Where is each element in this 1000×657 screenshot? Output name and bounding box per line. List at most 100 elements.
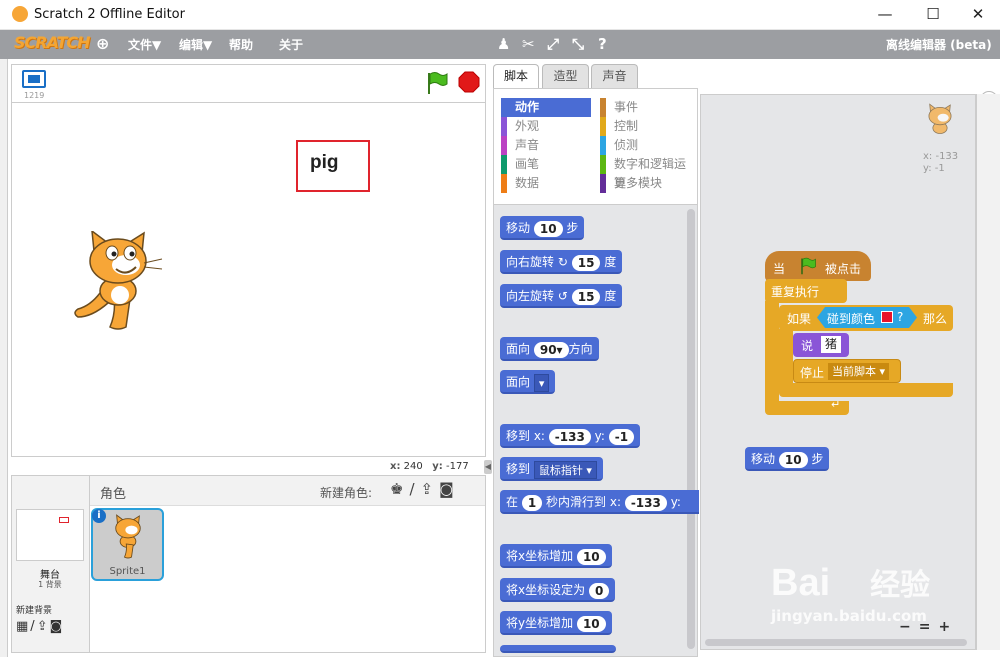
edition-label: 离线编辑器 (beta)	[886, 38, 992, 52]
block-say[interactable]: 说 猪	[793, 333, 849, 357]
category-operators[interactable]: 数字和逻辑运算	[600, 155, 696, 190]
sprite-camera-icon[interactable]: ◙	[439, 480, 460, 498]
grow-icon[interactable]: ⤢	[547, 35, 559, 53]
new-sprite-label: 新建角色:	[320, 486, 373, 500]
sprite-name: Sprite1	[109, 566, 146, 577]
category-more-blocks[interactable]: 更多模块	[600, 174, 696, 193]
delete-scissors-icon[interactable]: ✂	[522, 35, 535, 53]
zoom-controls: −=+	[899, 619, 958, 635]
zoom-reset-icon[interactable]: =	[919, 619, 939, 635]
shrink-icon[interactable]: ⤡	[572, 35, 584, 53]
category-looks[interactable]: 外观	[501, 117, 591, 136]
watermark-brand: Bai 经验	[771, 562, 931, 604]
category-motion[interactable]: 动作	[501, 98, 591, 117]
block-palette: 动作 外观 声音 画笔 数据 事件 控制 侦测 数字和逻辑运算 更多模块 移动 …	[493, 88, 699, 657]
scratch-logo[interactable]: SCRATCH	[14, 33, 90, 52]
zoom-in-icon[interactable]: +	[938, 619, 958, 635]
scripts-area[interactable]: x: -133 y: -1 当 被点击 重复执行 ↵ 如果 碰到颜色 ? 那么 …	[700, 94, 976, 650]
category-events[interactable]: 事件	[600, 98, 696, 117]
stop-sign-icon[interactable]	[458, 71, 480, 93]
block-turn-right[interactable]: 向右旋转 ↻ 15 度	[500, 250, 623, 274]
close-button[interactable]: ✕	[955, 0, 1000, 30]
presentation-mode-icon[interactable]	[22, 70, 46, 88]
block-point-in-direction[interactable]: 面向 90▾ 方向	[500, 337, 599, 361]
help-question-icon[interactable]: ?	[598, 35, 607, 53]
block-move-steps[interactable]: 移动 10 步	[500, 216, 585, 240]
tab-costumes[interactable]: 造型	[542, 64, 589, 88]
category-sound[interactable]: 声音	[501, 136, 591, 155]
category-sensing[interactable]: 侦测	[600, 136, 696, 155]
block-go-to[interactable]: 移到 鼠标指针 ▾	[500, 457, 603, 481]
sprite-paint-icon[interactable]: /	[409, 480, 420, 498]
block-stop[interactable]: 停止 当前脚本 ▾	[793, 359, 901, 383]
scratch-cat-sprite[interactable]	[70, 231, 166, 331]
block-point-towards[interactable]: 面向 ▾	[500, 370, 556, 394]
zoom-out-icon[interactable]: −	[899, 619, 919, 635]
block-set-y-partial[interactable]	[500, 645, 616, 653]
globe-icon[interactable]: ⊕	[96, 34, 109, 53]
scratch-app-icon	[12, 6, 28, 22]
block-when-flag-clicked[interactable]: 当 被点击	[765, 251, 871, 281]
backdrop-library-icon[interactable]: ▦	[16, 619, 30, 634]
palette-scrollbar[interactable]	[687, 209, 695, 649]
menu-about[interactable]: 关于	[279, 36, 303, 53]
block-if-then[interactable]: 如果 碰到颜色 ? 那么	[779, 305, 953, 331]
if-bottom	[779, 383, 953, 397]
block-move-steps-loose[interactable]: 移动 10 步	[745, 447, 830, 471]
new-sprite-tools: ♚/⇪◙	[390, 480, 460, 498]
sprite-header: 角色 新建角色: ♚/⇪◙	[90, 476, 485, 506]
category-control[interactable]: 控制	[600, 117, 696, 136]
mouse-x-value: 240	[403, 461, 423, 472]
window-title: Scratch 2 Offline Editor	[34, 7, 185, 22]
green-flag-icon	[801, 257, 816, 275]
block-change-x[interactable]: 将x坐标增加 10	[500, 544, 612, 568]
stage-header: 1219	[11, 64, 486, 102]
new-backdrop-label: 新建背景	[16, 606, 53, 616]
stop-option-dropdown[interactable]: 当前脚本 ▾	[828, 363, 890, 380]
sprite-library-icon[interactable]: ♚	[390, 480, 409, 498]
sprite-cat-thumbnail	[115, 514, 141, 559]
scripts-horizontal-scrollbar[interactable]	[705, 639, 967, 646]
sprite-thumbnail-selected[interactable]: i Sprite1	[91, 508, 164, 581]
sprite-upload-icon[interactable]: ⇪	[421, 480, 440, 498]
menu-edit[interactable]: 编辑▼	[179, 36, 212, 53]
version-label: 1219	[24, 91, 45, 100]
block-go-to-xy[interactable]: 移到 x: -133 y: -1	[500, 424, 641, 448]
tab-scripts[interactable]: 脚本	[493, 64, 539, 88]
block-set-x[interactable]: 将x坐标设定为 0	[500, 578, 616, 602]
block-forever[interactable]: 重复执行	[765, 279, 847, 303]
sprite-info-icon[interactable]: i	[92, 509, 106, 523]
tab-sounds[interactable]: 声音	[591, 64, 638, 88]
menu-help[interactable]: 帮助	[229, 36, 253, 53]
green-flag-icon[interactable]	[426, 71, 448, 95]
mouse-y-value: -177	[446, 461, 469, 472]
rotate-right-icon: ↻	[557, 255, 568, 269]
maximize-button[interactable]: ☐	[910, 0, 956, 30]
backdrop-count: 1 背景	[38, 580, 62, 589]
help-panel-edge	[976, 94, 1000, 650]
say-text-input[interactable]: 猪	[821, 336, 842, 353]
stage-canvas[interactable]: pig	[11, 102, 486, 457]
category-selector: 动作 外观 声音 画笔 数据 事件 控制 侦测 数字和逻辑运算 更多模块	[494, 89, 697, 205]
background-window-strip	[0, 59, 8, 657]
block-touching-color[interactable]: 碰到颜色 ?	[817, 307, 917, 328]
stage-thumbnail[interactable]	[16, 509, 84, 561]
new-backdrop-tools: ▦/⇪◙	[16, 619, 64, 634]
backdrop-upload-icon[interactable]: ⇪	[37, 619, 50, 634]
block-glide[interactable]: 在 1 秒内滑行到 x: -133 y:	[500, 490, 699, 514]
duplicate-stamp-icon[interactable]: ♟	[497, 35, 510, 53]
category-col-left: 动作 外观 声音 画笔 数据	[501, 98, 591, 193]
color-swatch-red[interactable]	[881, 311, 893, 323]
stage-text-pig: pig	[296, 140, 370, 192]
block-change-y[interactable]: 将y坐标增加 10	[500, 611, 612, 635]
block-turn-left[interactable]: 向左旋转 ↺ 15 度	[500, 284, 623, 308]
title-bar: Scratch 2 Offline Editor — ☐ ✕	[0, 0, 1000, 30]
category-data[interactable]: 数据	[501, 174, 591, 193]
sprite-y-readout: y: -1	[923, 163, 945, 174]
backdrop-camera-icon[interactable]: ◙	[50, 619, 65, 634]
collapse-arrow-icon[interactable]: ◀	[484, 460, 492, 474]
menu-file[interactable]: 文件▼	[128, 36, 161, 53]
category-pen[interactable]: 画笔	[501, 155, 591, 174]
menu-bar: SCRATCH ⊕ 文件▼ 编辑▼ 帮助 关于 ♟ ✂ ⤢ ⤡ ? 离线编辑器 …	[0, 30, 1000, 59]
minimize-button[interactable]: —	[862, 0, 908, 30]
